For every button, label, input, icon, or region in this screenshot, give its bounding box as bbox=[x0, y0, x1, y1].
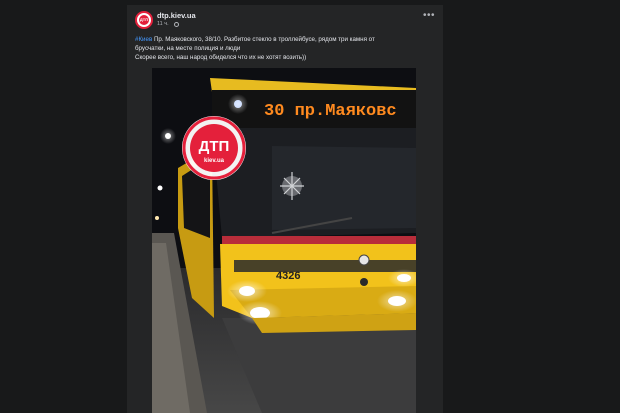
route-sign: 30 пр.Маяковс bbox=[264, 102, 397, 121]
caption-line-2: брусчатки, на месте полиция и люди bbox=[135, 45, 241, 52]
page-avatar[interactable]: ДТП bbox=[135, 11, 153, 29]
post-header: ДТП dtp.kiev.ua 11 ч. ••• bbox=[127, 5, 443, 33]
fleet-number: 4326 bbox=[276, 270, 300, 282]
trolleybus-photo: 30 пр.Маяковс 4326 ДТП kiev.ua bbox=[152, 68, 416, 413]
hashtag-link[interactable]: #Киев bbox=[135, 36, 152, 43]
post-card: ДТП dtp.kiev.ua 11 ч. ••• #Киев Пр. Маяк… bbox=[127, 5, 443, 413]
more-horizontal-icon[interactable]: ••• bbox=[423, 11, 435, 21]
avatar-logo: ДТП bbox=[139, 15, 149, 25]
post-photo[interactable]: 30 пр.Маяковс 4326 ДТП kiev.ua bbox=[152, 68, 416, 413]
post-timestamp[interactable]: 11 ч. bbox=[157, 21, 169, 27]
logo-text: ДТП bbox=[199, 138, 230, 155]
logo-url: kiev.ua bbox=[204, 158, 225, 164]
globe-icon bbox=[174, 22, 179, 27]
page-name[interactable]: dtp.kiev.ua bbox=[157, 11, 196, 20]
caption-line-1: Пр. Маяковского, 38/10. Разбитое стекло … bbox=[152, 36, 375, 43]
caption-line-3: Скорее всего, наш народ обиделся что их … bbox=[135, 54, 307, 61]
post-caption: #Киев Пр. Маяковского, 38/10. Разбитое с… bbox=[135, 35, 435, 62]
